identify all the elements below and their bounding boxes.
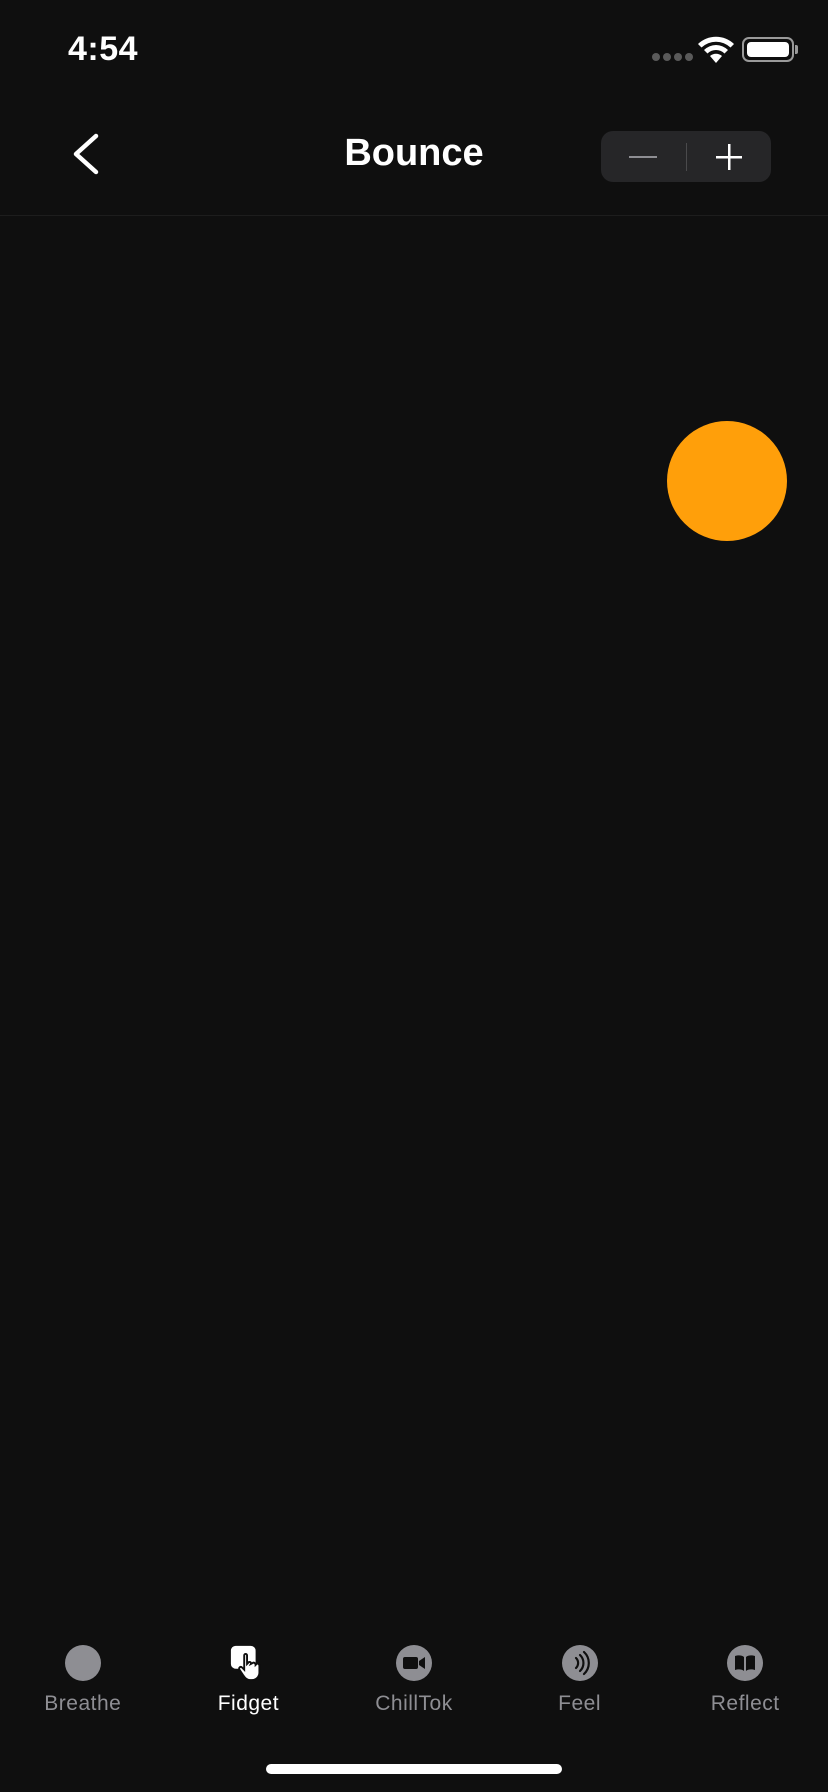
tab-label: Breathe — [44, 1692, 122, 1715]
tab-breathe[interactable]: Breathe — [0, 1620, 166, 1740]
tab-label: ChillTok — [375, 1692, 453, 1715]
tab-label: Feel — [558, 1692, 601, 1715]
video-camera-icon — [395, 1644, 433, 1682]
tab-fidget[interactable]: Fidget — [166, 1620, 332, 1740]
status-time: 4:54 — [68, 30, 139, 68]
wifi-icon — [698, 36, 734, 63]
tab-label: Fidget — [217, 1692, 280, 1715]
minus-icon — [629, 155, 658, 158]
sound-waves-icon — [561, 1644, 599, 1682]
status-bar: 4:54 — [0, 0, 828, 100]
bounce-ball[interactable] — [667, 421, 787, 541]
circle-icon — [64, 1644, 102, 1682]
home-indicator — [266, 1764, 562, 1774]
tab-label: Reflect — [710, 1692, 780, 1715]
tab-feel[interactable]: Feel — [497, 1620, 663, 1740]
plus-icon — [715, 143, 742, 170]
book-icon — [726, 1644, 764, 1682]
cellular-signal-icon — [652, 53, 693, 61]
decrement-button[interactable] — [601, 131, 686, 182]
tab-bar: Breathe Fidget ChillTok Feel Reflect — [0, 1620, 828, 1740]
battery-cap — [795, 45, 798, 54]
tab-chilltok[interactable]: ChillTok — [331, 1620, 497, 1740]
increment-button[interactable] — [687, 131, 772, 182]
nav-bar: Bounce — [0, 100, 828, 216]
size-stepper — [601, 131, 771, 182]
hand-pointer-icon — [229, 1644, 267, 1682]
battery-icon — [742, 37, 794, 62]
tab-reflect[interactable]: Reflect — [662, 1620, 828, 1740]
